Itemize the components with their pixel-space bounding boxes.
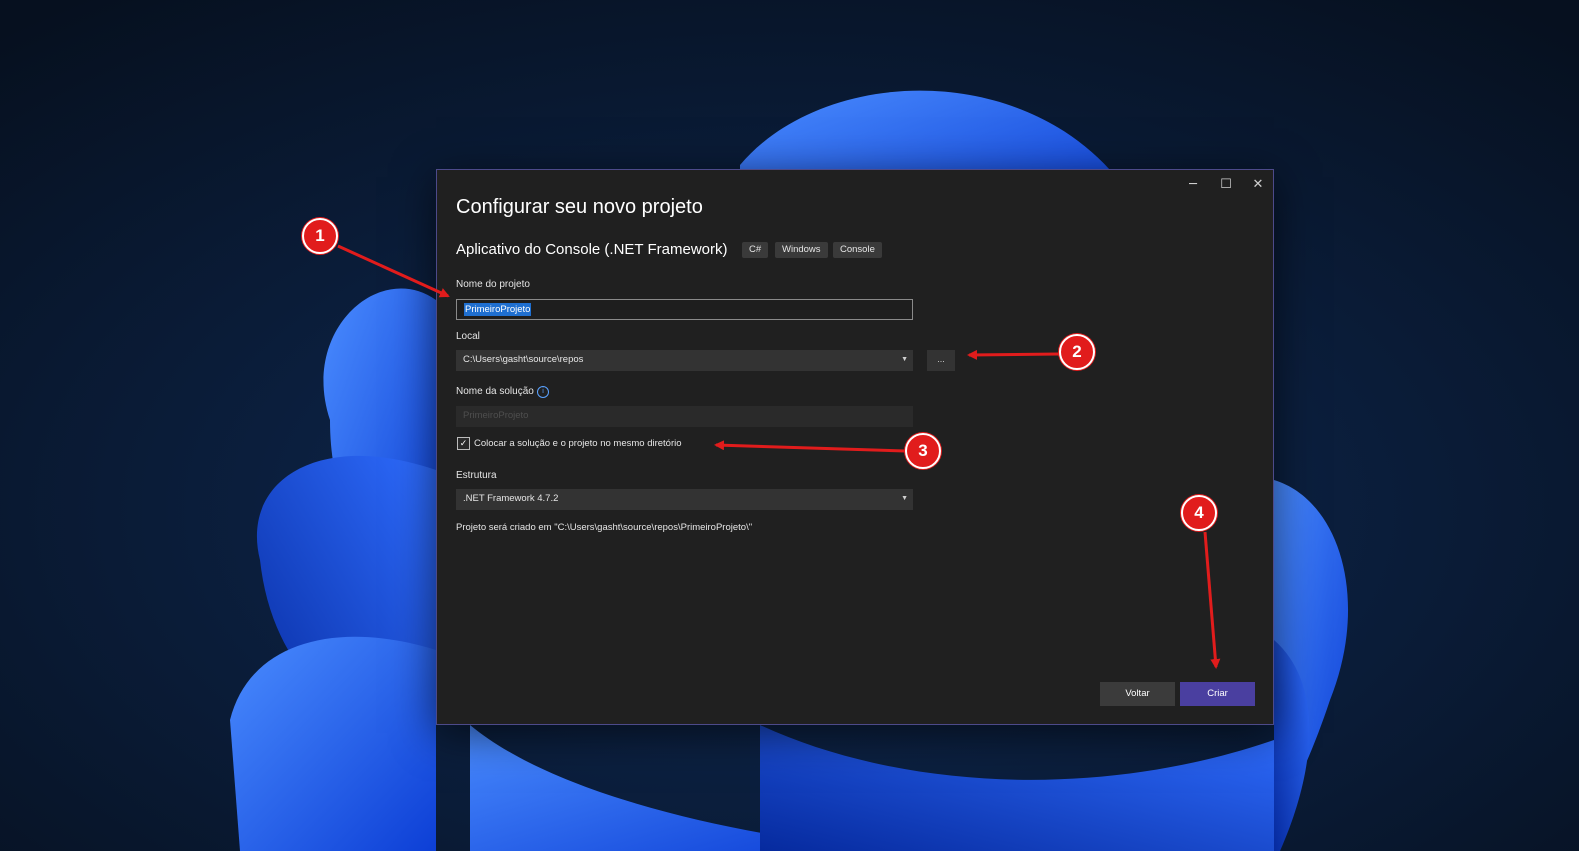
framework-dropdown[interactable]: .NET Framework 4.7.2 ▼ xyxy=(456,489,913,510)
annotation-badge-2: 2 xyxy=(1059,334,1095,370)
info-icon[interactable]: i xyxy=(537,386,549,398)
same-directory-label[interactable]: Colocar a solução e o projeto no mesmo d… xyxy=(474,438,682,449)
solution-name-value: PrimeiroProjeto xyxy=(463,410,529,421)
create-button[interactable]: Criar xyxy=(1180,682,1255,706)
creation-path-note: Projeto será criado em "C:\Users\gasht\s… xyxy=(456,522,753,533)
chevron-down-icon: ▼ xyxy=(901,356,908,363)
annotation-badge-1: 1 xyxy=(302,218,338,254)
same-directory-checkbox[interactable]: ✓ xyxy=(457,437,470,450)
tag-platform: Windows xyxy=(775,242,828,258)
tag-language: C# xyxy=(742,242,769,258)
solution-name-label: Nome da solução xyxy=(456,386,534,397)
project-name-input[interactable]: PrimeiroProjeto xyxy=(456,299,913,320)
framework-value: .NET Framework 4.7.2 xyxy=(463,493,559,504)
project-name-label: Nome do projeto xyxy=(456,279,530,290)
tag-project-type: Console xyxy=(833,242,882,258)
framework-label: Estrutura xyxy=(456,470,497,481)
configure-project-dialog: ─ ☐ ✕ Configurar seu novo projeto Aplica… xyxy=(436,169,1274,725)
location-value: C:\Users\gasht\source\repos xyxy=(463,354,584,365)
location-label: Local xyxy=(456,331,480,342)
project-name-value: PrimeiroProjeto xyxy=(464,303,532,316)
chevron-down-icon: ▼ xyxy=(901,495,908,502)
minimize-icon[interactable]: ─ xyxy=(1178,174,1208,196)
close-icon[interactable]: ✕ xyxy=(1243,174,1273,196)
browse-button[interactable]: ... xyxy=(927,350,955,371)
back-button[interactable]: Voltar xyxy=(1100,682,1175,706)
annotation-badge-4: 4 xyxy=(1181,495,1217,531)
dialog-title: Configurar seu novo projeto xyxy=(456,196,703,218)
solution-name-input: PrimeiroProjeto xyxy=(456,406,913,427)
project-template-name: Aplicativo do Console (.NET Framework) xyxy=(456,241,728,258)
annotation-badge-3: 3 xyxy=(905,433,941,469)
location-dropdown[interactable]: C:\Users\gasht\source\repos ▼ xyxy=(456,350,913,371)
maximize-icon[interactable]: ☐ xyxy=(1211,174,1241,196)
